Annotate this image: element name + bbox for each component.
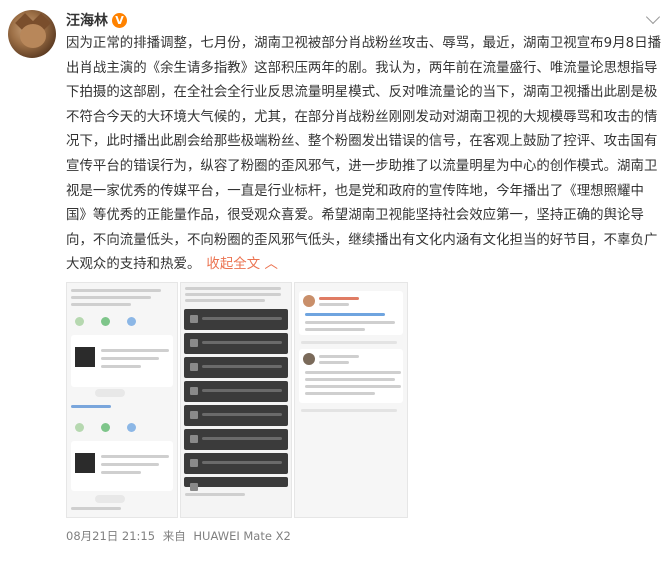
post-body: 因为正常的排播调整，七月份，湖南卫视被部分肖战粉丝攻击、辱骂，最近，湖南卫视宣布… xyxy=(66,32,662,278)
chevron-down-icon[interactable] xyxy=(645,9,661,25)
avatar[interactable] xyxy=(8,10,56,58)
source-prefix: 来自 xyxy=(162,529,186,543)
author-name[interactable]: 汪海林 xyxy=(66,10,108,30)
author-name-row: 汪海林 V xyxy=(66,10,127,30)
attached-image-1[interactable] xyxy=(66,282,178,518)
attached-image-2[interactable] xyxy=(180,282,292,518)
collapse-text-link[interactable]: 收起全文 ︿ xyxy=(206,257,278,272)
verified-badge-icon: V xyxy=(112,12,127,28)
post-text: 因为正常的排播调整，七月份，湖南卫视被部分肖战粉丝攻击、辱骂，最近，湖南卫视宣布… xyxy=(66,36,662,273)
post-meta: 08月21日 21:15 来自 HUAWEI Mate X2 xyxy=(66,528,295,544)
post-timestamp[interactable]: 08月21日 21:15 xyxy=(66,529,155,543)
attached-image-3[interactable] xyxy=(294,282,408,518)
collapse-arrow-icon: ︿ xyxy=(264,257,278,273)
source-device[interactable]: HUAWEI Mate X2 xyxy=(193,529,290,543)
